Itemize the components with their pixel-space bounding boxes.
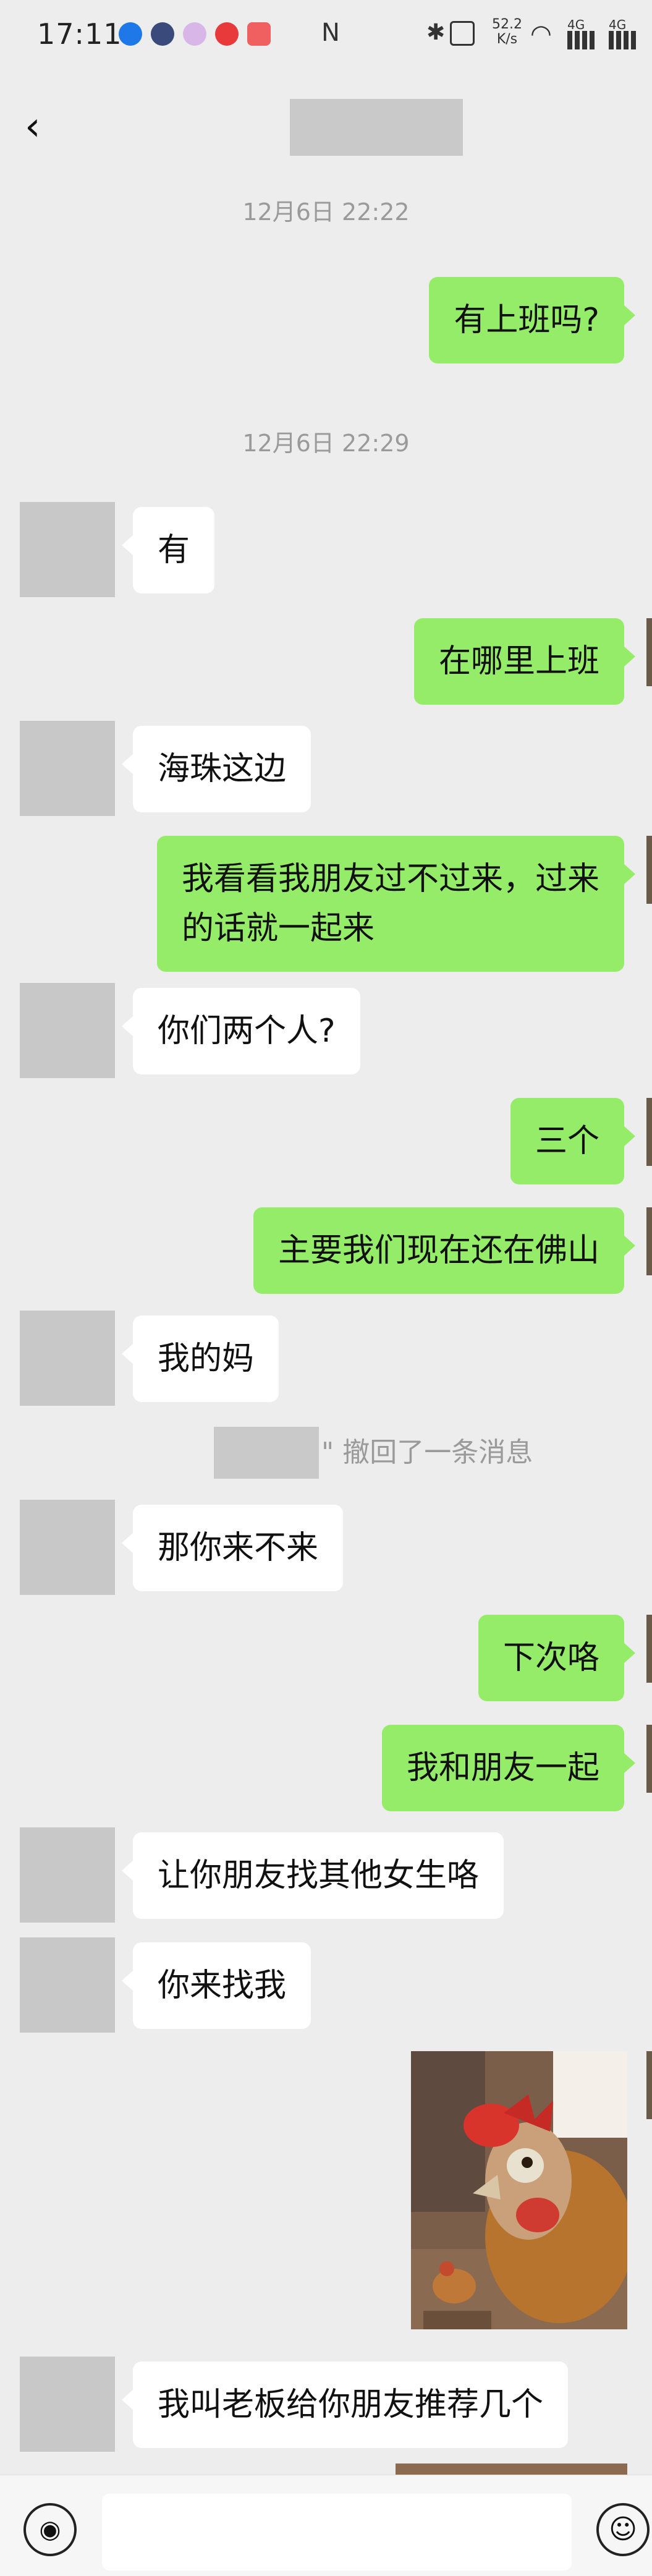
chevron-left-icon: ‹ [25,104,41,150]
image-message-partial[interactable] [396,2463,627,2475]
message-line: 的话就一起来 [181,910,375,947]
message-bubble-received[interactable]: 我的妈 [121,1316,279,1402]
timestamp: 12月6日 22:29 [242,430,410,457]
avatar[interactable] [646,836,652,904]
avatar[interactable] [646,1615,652,1683]
avatar[interactable] [20,1311,115,1406]
input-bar: ◉ ☺ [0,2475,652,2576]
timestamp: 12月6日 22:22 [242,198,410,226]
avatar[interactable] [646,1098,652,1166]
chicken-sticker-image [411,2051,627,2329]
emoji-button[interactable]: ☺ [596,2503,650,2556]
vibrate-icon [450,21,475,46]
avatar[interactable] [646,618,652,686]
signal-label: 4G [609,17,627,32]
message-bubble-received[interactable]: 那你来不来 [121,1505,344,1591]
message-bubble-sent[interactable]: 三个 [510,1098,636,1184]
recall-notice: " 撤回了一条消息 [0,1427,652,1479]
wifi-icon: ◠ [530,20,552,48]
voice-icon: ◉ [39,2515,61,2544]
avatar[interactable] [20,1937,115,2033]
recaller-name-redacted [214,1427,319,1479]
avatar[interactable] [20,2357,115,2452]
message-bubble-received[interactable]: 我叫老板给你朋友推荐几个 [121,2361,569,2448]
message-bubble-received[interactable]: 让你朋友找其他女生咯 [121,1832,504,1919]
avatar[interactable] [646,2051,652,2119]
app-notification-icon [247,22,271,46]
message-bubble-sent[interactable]: 我看看我朋友过不过来，过来 的话就一起来 [156,836,636,972]
alipay-icon [119,22,142,46]
message-bubble-received[interactable]: 有 [121,507,215,593]
avatar[interactable] [20,1500,115,1595]
avatar[interactable] [20,1827,115,1923]
nfc-icon: N [321,19,340,47]
signal-icon [609,31,636,49]
avatar[interactable] [646,1207,652,1275]
status-time: 17:11 [37,17,122,51]
message-bubble-received[interactable]: 你来找我 [121,1942,311,2029]
avatar[interactable] [646,1725,652,1793]
message-bubble-sent[interactable]: 有上班吗? [429,277,635,363]
status-bar: 17:11 N ✱ 52.2 K/s ◠ 4G 4G [0,0,652,74]
avatar[interactable] [20,502,115,597]
message-line: 我看看我朋友过不过来，过来 [181,861,599,898]
image-message[interactable] [411,2051,627,2329]
emoji-icon: ☺ [609,2514,637,2545]
message-input[interactable] [102,2494,572,2570]
recall-text: " 撤回了一条消息 [321,1437,533,1468]
app-notification-icon [183,22,206,46]
message-bubble-received[interactable]: 你们两个人? [122,988,360,1074]
avatar[interactable] [20,721,115,816]
message-bubble-sent[interactable]: 在哪里上班 [413,618,636,705]
message-bubble-received[interactable]: 海珠这边 [121,726,311,812]
signal-icon [567,31,595,49]
message-bubble-sent[interactable]: 下次咯 [478,1615,636,1701]
app-notification-icon [151,22,174,46]
app-notification-icon [215,22,239,46]
back-button[interactable]: ‹ [25,105,68,148]
voice-button[interactable]: ◉ [23,2503,77,2556]
avatar[interactable] [20,983,115,1078]
bluetooth-icon: ✱ [426,20,446,45]
contact-name-redacted [290,99,463,156]
chat-header: ‹ [0,74,652,182]
message-bubble-sent[interactable]: 我和朋友一起 [381,1725,636,1811]
message-bubble-sent[interactable]: 主要我们现在还在佛山 [253,1207,636,1294]
signal-label: 4G [567,17,585,32]
network-speed: 52.2 K/s [492,17,522,47]
